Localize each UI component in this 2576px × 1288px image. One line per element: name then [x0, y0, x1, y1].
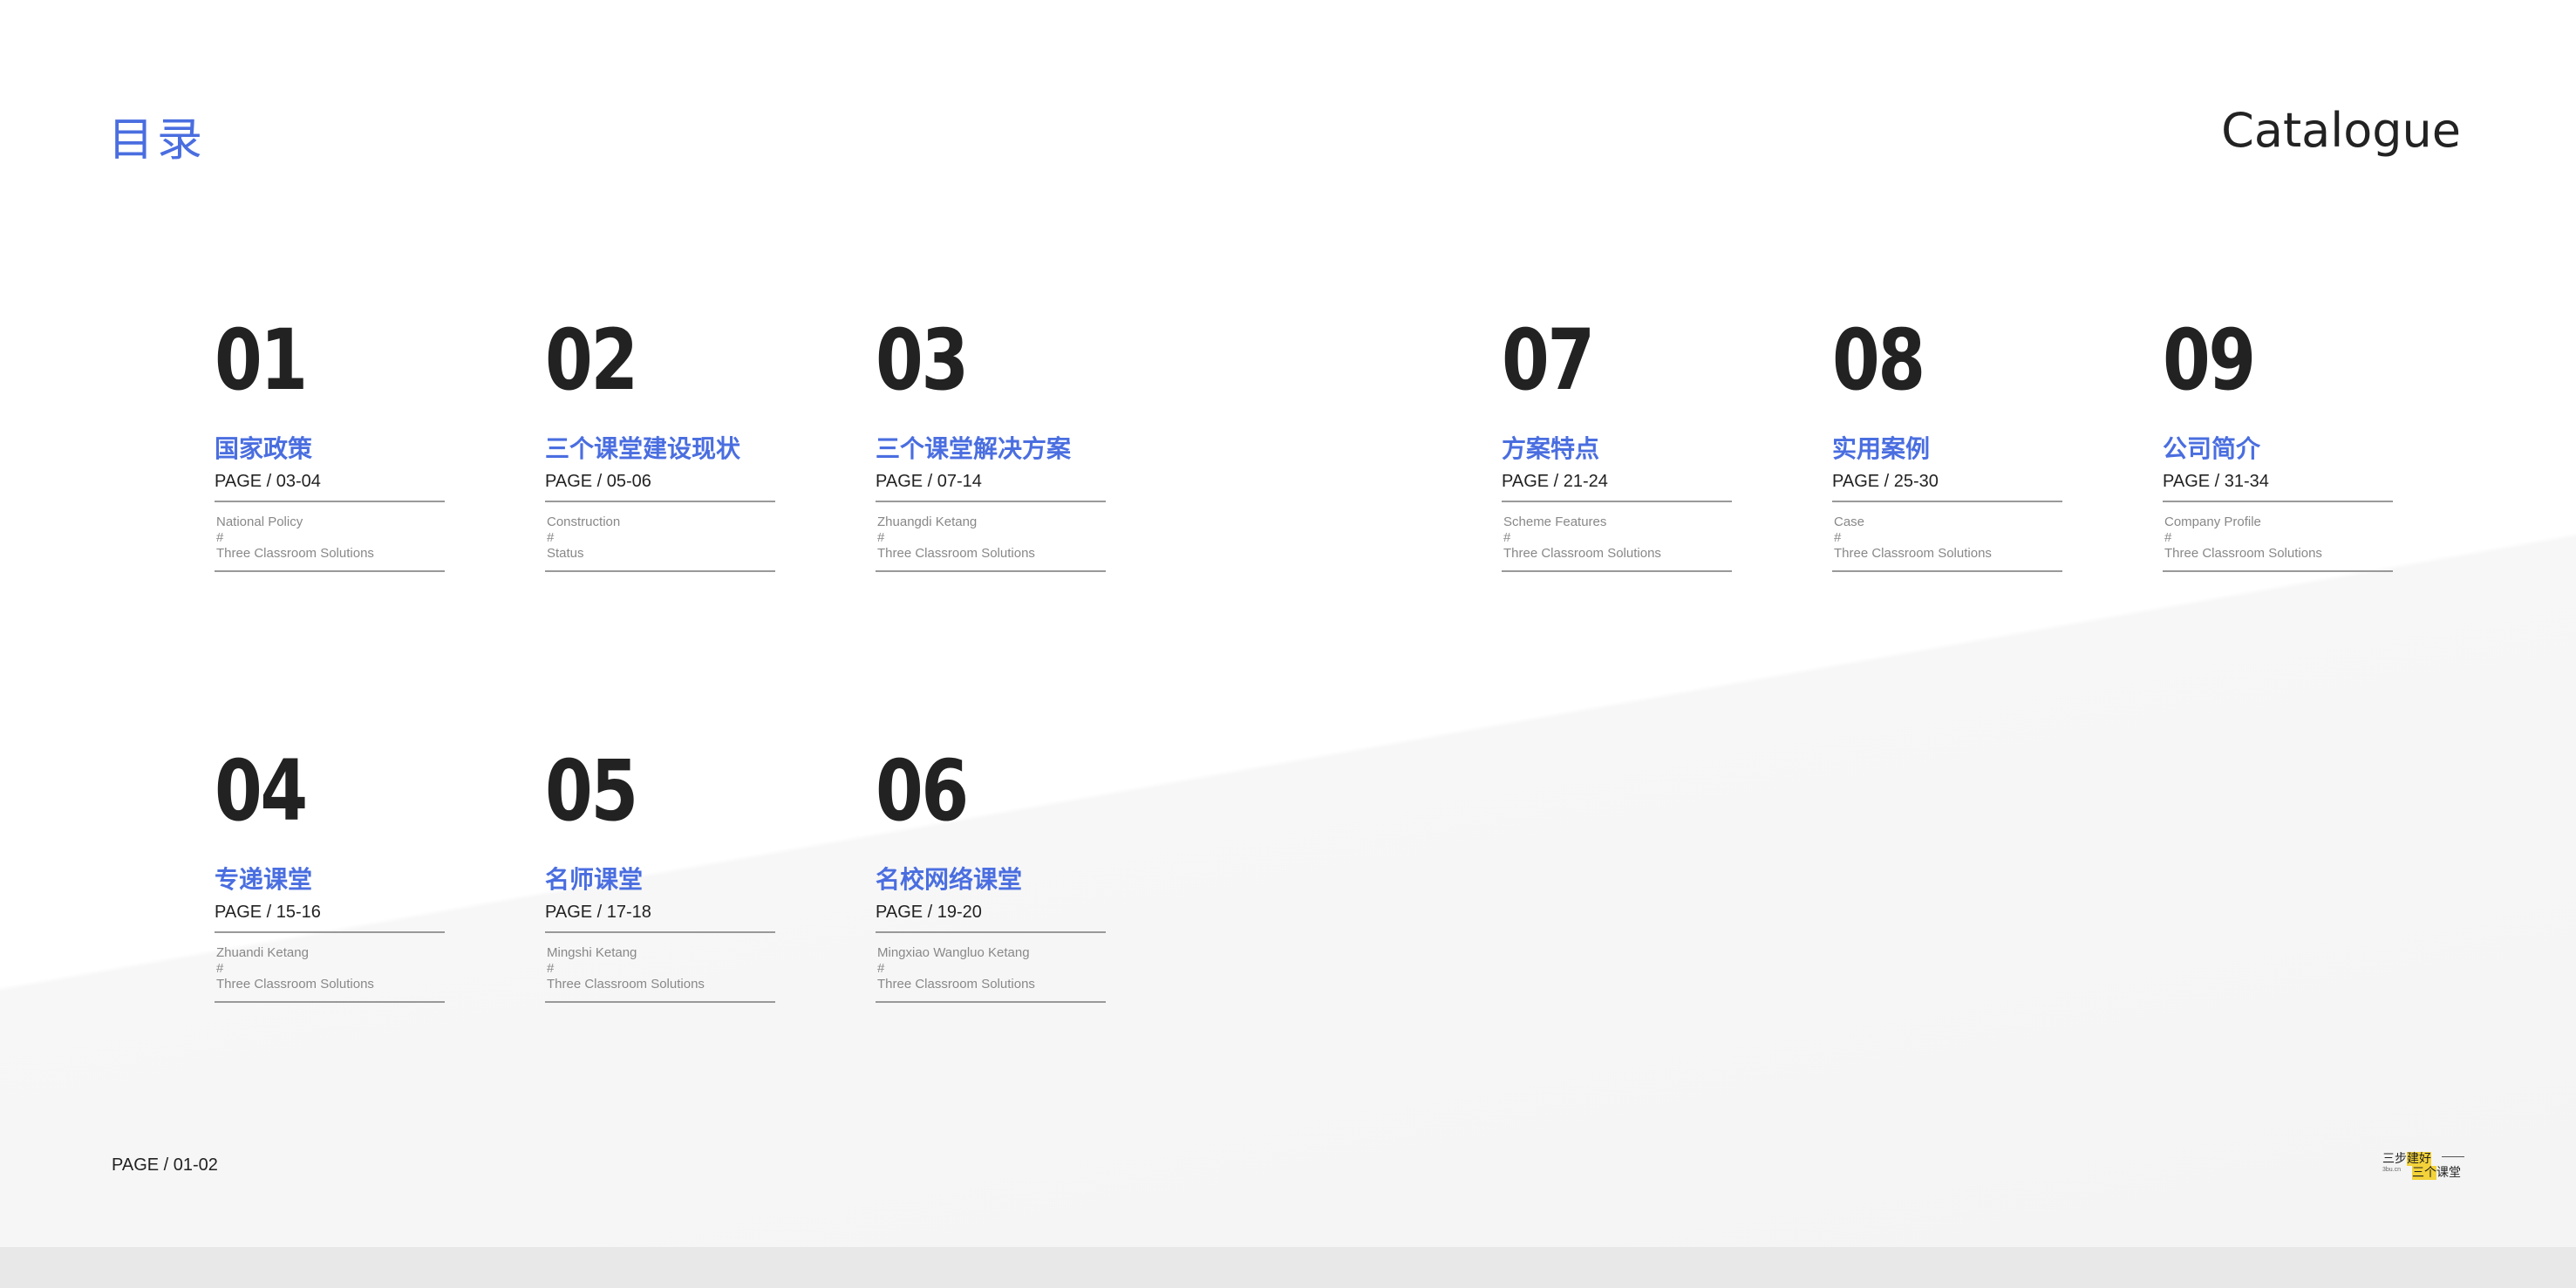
- item-number: 04: [215, 742, 308, 840]
- item-page-range: PAGE / 19-20: [876, 903, 1106, 933]
- catalogue-item-06[interactable]: 06 名校网络课堂 PAGE / 19-20 Mingxiao Wangluo …: [876, 749, 1111, 1003]
- item-desc-line: Three Classroom Solutions: [877, 546, 1035, 561]
- item-desc-line: Three Classroom Solutions: [2164, 546, 2322, 561]
- item-page-range: PAGE / 25-30: [1832, 472, 2062, 502]
- item-description: Mingxiao Wangluo Ketang # Three Classroo…: [876, 945, 1106, 1003]
- logo-line-2: 三个课堂: [2412, 1163, 2461, 1181]
- catalogue-item-02[interactable]: 02 三个课堂建设现状 PAGE / 05-06 Construction # …: [545, 318, 780, 572]
- item-title-cn: 专递课堂: [215, 865, 313, 894]
- item-desc-line: #: [216, 961, 224, 976]
- page-title-en: Catalogue: [2221, 103, 2461, 158]
- item-desc-line: #: [1834, 530, 1842, 545]
- item-title-cn: 三个课堂解决方案: [876, 434, 1072, 463]
- item-number: 09: [2163, 311, 2256, 409]
- item-desc-line: #: [1503, 530, 1511, 545]
- item-page-range: PAGE / 03-04: [215, 472, 445, 502]
- item-page-range: PAGE / 21-24: [1502, 472, 1732, 502]
- item-description: Zhuandi Ketang # Three Classroom Solutio…: [215, 945, 445, 1003]
- item-page-range: PAGE / 17-18: [545, 903, 775, 933]
- item-title-cn: 实用案例: [1832, 434, 1931, 463]
- item-page-range: PAGE / 31-34: [2163, 472, 2393, 502]
- catalogue-item-05[interactable]: 05 名师课堂 PAGE / 17-18 Mingshi Ketang # Th…: [545, 749, 780, 1003]
- logo-text-highlight: 三个: [2412, 1166, 2436, 1180]
- item-number: 02: [545, 311, 638, 409]
- item-page-range: PAGE / 07-14: [876, 472, 1106, 502]
- item-description: Mingshi Ketang # Three Classroom Solutio…: [545, 945, 775, 1003]
- page-title-cn: 目录: [108, 114, 207, 167]
- item-desc-line: Construction: [547, 515, 621, 529]
- item-desc-line: #: [547, 530, 555, 545]
- item-number: 03: [876, 311, 969, 409]
- item-number: 05: [545, 742, 638, 840]
- item-desc-line: Case: [1834, 515, 1865, 529]
- item-description: Zhuangdi Ketang # Three Classroom Soluti…: [876, 515, 1106, 572]
- brand-logo: 三步建好 3bu.cn 三个课堂: [2382, 1148, 2464, 1182]
- catalogue-item-01[interactable]: 01 国家政策 PAGE / 03-04 National Policy # T…: [215, 318, 450, 572]
- item-desc-line: #: [216, 530, 224, 545]
- item-desc-line: #: [2164, 530, 2172, 545]
- item-number: 01: [215, 311, 308, 409]
- catalogue-item-08[interactable]: 08 实用案例 PAGE / 25-30 Case # Three Classr…: [1832, 318, 2068, 572]
- catalogue-item-04[interactable]: 04 专递课堂 PAGE / 15-16 Zhuandi Ketang # Th…: [215, 749, 450, 1003]
- logo-text: 课堂: [2436, 1166, 2461, 1180]
- bottom-strip: [0, 1247, 2576, 1288]
- item-desc-line: Status: [547, 546, 584, 561]
- item-desc-line: Scheme Features: [1503, 515, 1607, 529]
- item-desc-line: Mingxiao Wangluo Ketang: [877, 945, 1030, 960]
- item-desc-line: Three Classroom Solutions: [216, 546, 374, 561]
- item-desc-line: Three Classroom Solutions: [216, 977, 374, 992]
- item-title-cn: 方案特点: [1502, 434, 1600, 463]
- item-description: Case # Three Classroom Solutions: [1832, 515, 2062, 572]
- catalogue-item-07[interactable]: 07 方案特点 PAGE / 21-24 Scheme Features # T…: [1502, 318, 1737, 572]
- item-title-cn: 名校网络课堂: [876, 865, 1023, 894]
- item-desc-line: Mingshi Ketang: [547, 945, 637, 960]
- item-desc-line: #: [877, 530, 885, 545]
- item-description: Scheme Features # Three Classroom Soluti…: [1502, 515, 1732, 572]
- item-title-cn: 公司简介: [2163, 434, 2261, 463]
- item-description: Company Profile # Three Classroom Soluti…: [2163, 515, 2393, 572]
- item-page-range: PAGE / 15-16: [215, 903, 445, 933]
- item-desc-line: #: [877, 961, 885, 976]
- footer-page-number: PAGE / 01-02: [112, 1155, 218, 1175]
- item-desc-line: Zhuangdi Ketang: [877, 515, 978, 529]
- item-desc-line: Company Profile: [2164, 515, 2261, 529]
- catalogue-item-03[interactable]: 03 三个课堂解决方案 PAGE / 07-14 Zhuangdi Ketang…: [876, 318, 1111, 572]
- item-desc-line: Three Classroom Solutions: [1503, 546, 1661, 561]
- item-desc-line: Three Classroom Solutions: [877, 977, 1035, 992]
- item-desc-line: National Policy: [216, 515, 303, 529]
- item-title-cn: 三个课堂建设现状: [545, 434, 741, 463]
- item-desc-line: Three Classroom Solutions: [547, 977, 705, 992]
- item-number: 07: [1502, 311, 1595, 409]
- logo-text: 三步: [2382, 1152, 2407, 1166]
- item-title-cn: 名师课堂: [545, 865, 644, 894]
- item-desc-line: Three Classroom Solutions: [1834, 546, 1992, 561]
- item-description: Construction # Status: [545, 515, 775, 572]
- item-number: 08: [1832, 311, 1925, 409]
- background-diagonal-band: [0, 0, 2576, 1247]
- logo-divider: [2442, 1156, 2464, 1157]
- item-desc-line: #: [547, 961, 555, 976]
- item-desc-line: Zhuandi Ketang: [216, 945, 309, 960]
- item-page-range: PAGE / 05-06: [545, 472, 775, 502]
- catalogue-item-09[interactable]: 09 公司简介 PAGE / 31-34 Company Profile # T…: [2163, 318, 2398, 572]
- logo-url: 3bu.cn: [2382, 1167, 2402, 1173]
- item-title-cn: 国家政策: [215, 434, 313, 463]
- item-description: National Policy # Three Classroom Soluti…: [215, 515, 445, 572]
- item-number: 06: [876, 742, 969, 840]
